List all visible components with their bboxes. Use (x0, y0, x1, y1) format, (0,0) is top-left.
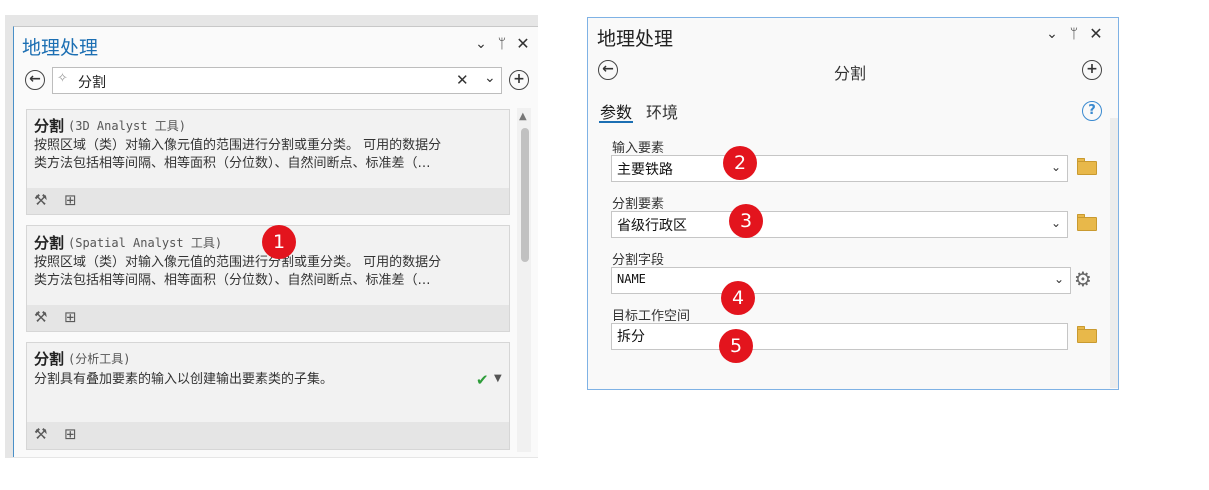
result-toolbox: (3D Analyst 工具) (68, 119, 186, 133)
tool-name: 分割 (833, 64, 866, 83)
panel-title: 地理处理 (597, 28, 674, 50)
result-title[interactable]: 分割 (34, 232, 64, 253)
search-input-value: 分割 (78, 75, 106, 91)
tab-environments[interactable]: 环境 (646, 99, 678, 123)
result-toolbox: (Spatial Analyst 工具) (68, 236, 223, 250)
split-field-select[interactable] (611, 267, 1071, 294)
params-scrollbar[interactable] (1110, 118, 1118, 388)
hammer-icon[interactable]: ⚒ (34, 425, 47, 443)
target-workspace-input[interactable] (611, 323, 1068, 350)
folder-icon[interactable] (1077, 217, 1097, 231)
chevron-down-icon[interactable]: ⌄ (1051, 160, 1061, 174)
hammer-icon[interactable]: ⚒ (34, 308, 47, 326)
close-icon[interactable]: ✕ (1088, 26, 1104, 42)
panel-title: 地理处理 (22, 37, 99, 59)
field-label: 输入要素 (612, 141, 665, 156)
field-value: 主要铁路 (617, 162, 673, 178)
model-tree-icon[interactable]: ⊞ (64, 191, 77, 209)
folder-icon[interactable] (1077, 161, 1097, 175)
search-dropdown-chevron-icon[interactable]: ⌄ (484, 70, 496, 86)
result-description-line: 类方法包括相等间隔、相等面积（分位数）、自然间断点、标准差（… (34, 156, 431, 171)
add-button[interactable]: + (509, 70, 529, 90)
add-button[interactable]: + (1082, 60, 1102, 80)
hammer-icon[interactable]: ⚒ (34, 191, 47, 209)
result-description-line: 按照区域（类）对输入像元值的范围进行分割或重分类。 可用的数据分 (34, 138, 442, 153)
scroll-up-icon[interactable]: ▲ (519, 111, 527, 122)
pin-icon[interactable]: ᛘ (1066, 26, 1082, 42)
arrow-left-icon: ← (602, 61, 614, 77)
field-label: 分割字段 (612, 253, 665, 268)
dropdown-triangle-icon[interactable]: ▼ (494, 373, 502, 384)
tab-parameters[interactable]: 参数 (600, 99, 632, 123)
input-features-select[interactable] (611, 155, 1068, 182)
search-input[interactable] (52, 67, 502, 94)
help-icon[interactable]: ? (1082, 101, 1102, 121)
close-icon[interactable]: ✕ (515, 36, 531, 52)
model-tree-icon[interactable]: ⊞ (64, 425, 77, 443)
result-description-line: 分割具有叠加要素的输入以创建输出要素类的子集。 (34, 372, 334, 387)
result-description-line: 类方法包括相等间隔、相等面积（分位数）、自然间断点、标准差（… (34, 273, 431, 288)
plus-icon: + (1086, 61, 1098, 77)
gear-icon[interactable]: ⚙ (1074, 269, 1092, 289)
field-value: NAME (617, 272, 646, 286)
result-card-footer (27, 305, 509, 331)
sparkle-icon: ✧ (57, 71, 68, 86)
callout-marker: 1 (262, 225, 296, 259)
result-toolbox: (分析工具) (68, 352, 131, 366)
callout-marker: 5 (719, 329, 753, 363)
result-card-footer (27, 422, 509, 449)
chevron-down-icon[interactable]: ⌄ (1051, 216, 1061, 230)
chevron-down-icon[interactable]: ⌄ (473, 36, 489, 52)
chevron-down-icon[interactable]: ⌄ (1054, 272, 1064, 286)
plus-icon: + (513, 71, 525, 87)
active-tab-indicator (599, 121, 633, 123)
chevron-down-icon[interactable]: ⌄ (1044, 26, 1060, 42)
result-title[interactable]: 分割 (34, 348, 64, 369)
callout-marker: 2 (723, 146, 757, 180)
back-button[interactable]: ← (598, 60, 618, 80)
pin-icon[interactable]: ᛘ (494, 36, 510, 52)
result-title[interactable]: 分割 (34, 115, 64, 136)
callout-marker: 3 (729, 204, 763, 238)
folder-icon[interactable] (1077, 329, 1097, 343)
arrow-left-icon: ← (29, 71, 41, 87)
field-value: 省级行政区 (617, 218, 687, 234)
field-label: 分割要素 (612, 197, 665, 212)
scrollbar-thumb[interactable] (521, 128, 529, 262)
result-card-footer (27, 188, 509, 214)
check-icon: ✔ (476, 371, 489, 389)
model-tree-icon[interactable]: ⊞ (64, 308, 77, 326)
back-button[interactable]: ← (25, 70, 45, 90)
field-value: 拆分 (617, 329, 645, 345)
field-label: 目标工作空间 (612, 309, 691, 324)
callout-marker: 4 (721, 281, 755, 315)
clear-search-icon[interactable]: ✕ (456, 71, 469, 89)
